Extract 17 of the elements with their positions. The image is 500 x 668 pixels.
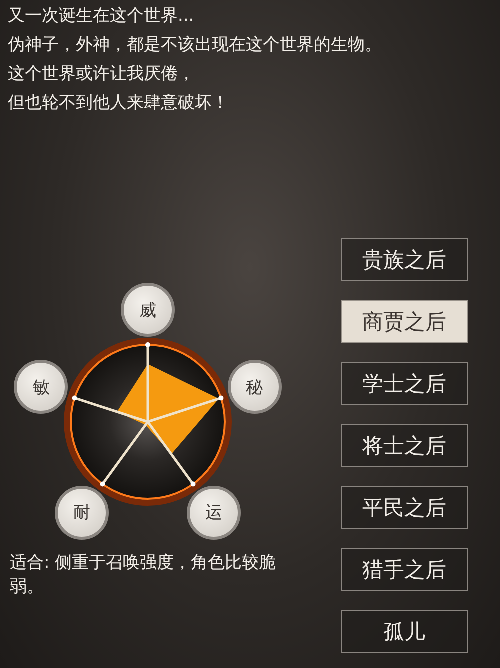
story-text: 但也轮不到他人来肆意破坏！: [8, 92, 230, 115]
origin-button[interactable]: 孤儿: [341, 610, 468, 653]
story-text: 这个世界或许让我厌倦，: [8, 63, 196, 86]
stat-label: 敏: [14, 360, 68, 414]
origin-button[interactable]: 贵族之后: [341, 238, 468, 281]
description-text: 适合: 侧重于召唤强度，角色比较脆弱。: [10, 552, 278, 599]
origin-button[interactable]: 商贾之后: [341, 300, 468, 343]
story-text: 伪神子，外神，都是不该出现在这个世界的生物。: [8, 34, 383, 57]
origin-button[interactable]: 平民之后: [341, 486, 468, 529]
origin-button[interactable]: 学士之后: [341, 362, 468, 405]
stat-label: 威: [121, 283, 175, 337]
stat-label: 运: [186, 486, 241, 540]
stat-label: 秘: [228, 360, 282, 414]
story-text: 又一次诞生在这个世界...: [8, 5, 196, 28]
origin-button[interactable]: 猎手之后: [341, 548, 468, 591]
origin-button[interactable]: 将士之后: [341, 424, 468, 467]
stat-label: 耐: [55, 486, 110, 540]
